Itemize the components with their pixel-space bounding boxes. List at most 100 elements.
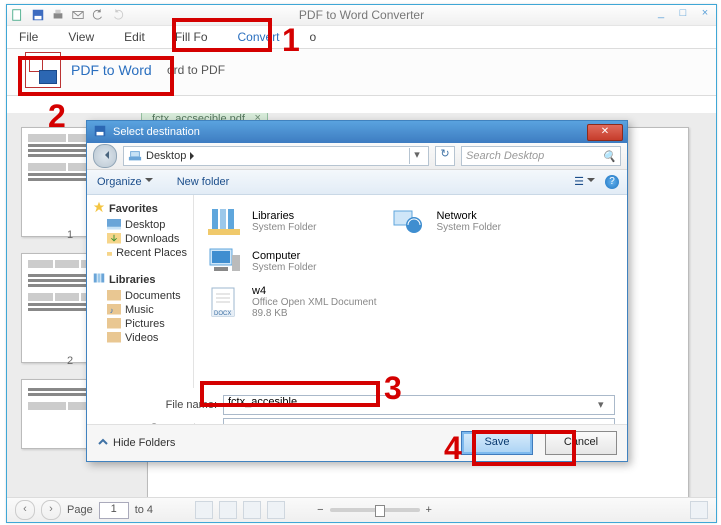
pdf-to-word-icon [25,52,61,88]
page-input[interactable]: 1 [99,502,129,519]
menu-edit[interactable]: Edit [124,30,145,44]
file-item-computer[interactable]: Computer System Folder [204,241,318,281]
status-bar: ‹ › Page 1 to 4 − + [7,497,716,522]
tree-item-downloads[interactable]: Downloads [87,232,193,246]
dialog-title: Select destination [113,126,200,138]
view-mode-3-icon[interactable] [243,501,261,519]
help-icon[interactable]: ? [605,175,619,189]
tree-item-documents[interactable]: Documents [87,289,193,303]
downloads-icon [107,233,121,245]
network-big-icon [390,205,426,237]
recent-icon [107,247,112,259]
videos-icon [107,332,121,344]
save-button[interactable]: Save [461,431,533,455]
quick-print-icon[interactable] [51,8,65,22]
tree-item-desktop[interactable]: Desktop [87,218,193,232]
svg-text:♪: ♪ [110,306,114,315]
redo-icon[interactable] [111,8,125,22]
tree-item-videos[interactable]: Videos [87,331,193,345]
callout-4: 4 [444,430,462,467]
save-dialog: Select destination ✕ Desktop ▾ ↻ Search … [86,120,628,462]
undo-icon[interactable] [91,8,105,22]
page-total: to 4 [135,504,153,516]
zoom-slider[interactable] [330,508,420,512]
cancel-button[interactable]: Cancel [545,431,617,455]
callout-3: 3 [384,370,402,407]
filename-label: File name: [137,399,217,411]
quick-mail-icon[interactable] [71,8,85,22]
computer-big-icon [206,245,242,277]
docx-big-icon: DOCX [206,286,242,318]
tree-item-pictures[interactable]: Pictures [87,317,193,331]
dialog-nav: Desktop ▾ ↻ Search Desktop 🔍 [87,143,627,170]
minimize-button[interactable]: _ [654,7,668,19]
tree-favorites-header[interactable]: Favorites [87,199,193,218]
file-item-libraries[interactable]: Libraries System Folder [204,201,318,241]
svg-text:DOCX: DOCX [214,311,231,317]
view-options-icon[interactable]: ☰ [574,175,595,189]
dialog-tree: Favorites Desktop Downloads Recent Place… [87,195,194,388]
tree-libraries-header[interactable]: Libraries [87,270,193,289]
menu-view[interactable]: View [68,30,94,44]
file-item-w4[interactable]: DOCX w4 Office Open XML Document 89.8 KB [204,281,379,323]
word-to-pdf-label: ord to PDF [167,63,225,77]
search-icon: 🔍 [602,150,616,163]
page-prev-button[interactable]: ‹ [15,500,35,520]
music-icon: ♪ [107,304,121,316]
menu-file[interactable]: File [19,30,38,44]
star-icon [93,201,105,216]
page-label: Page [67,504,93,516]
nav-path-text: Desktop [146,150,186,162]
app-titlebar: PDF to Word Converter _ □ × [7,5,716,26]
tree-item-recent[interactable]: Recent Places [87,246,193,260]
nav-search-input[interactable]: Search Desktop 🔍 [461,146,621,166]
nav-refresh-button[interactable]: ↻ [435,146,455,166]
new-folder-button[interactable]: New folder [177,176,230,188]
pictures-icon [107,318,121,330]
desktop-icon [107,219,121,231]
organize-button[interactable]: Organize [97,176,153,188]
zoom-in-icon[interactable]: + [426,504,432,516]
maximize-button[interactable]: □ [676,7,690,19]
search-placeholder: Search Desktop [466,150,544,162]
path-dropdown-icon[interactable]: ▾ [409,148,424,164]
nav-path[interactable]: Desktop ▾ [123,146,429,166]
dialog-body: Favorites Desktop Downloads Recent Place… [87,195,627,388]
libraries-big-icon [206,205,242,237]
dialog-close-button[interactable]: ✕ [587,124,623,141]
pdf-to-word-label: PDF to Word [71,62,152,78]
view-mode-1-icon[interactable] [195,501,213,519]
dialog-footer: Hide Folders Save Cancel [87,424,627,461]
callout-2: 2 [48,98,66,135]
dialog-icon [93,124,107,141]
zoom-out-icon[interactable]: − [317,504,323,516]
tree-item-music[interactable]: ♪ Music [87,303,193,317]
view-mode-4-icon[interactable] [267,501,285,519]
ribbon: PDF to Word ord to PDF [7,49,716,96]
page-next-button[interactable]: › [41,500,61,520]
menu-bar: File View Edit Fill Fo Convert o [7,26,716,49]
file-item-network[interactable]: Network System Folder [388,201,502,241]
dialog-file-list: Libraries System Folder Network System F… [194,195,627,388]
fullscreen-icon[interactable] [690,501,708,519]
dialog-titlebar: Select destination ✕ [87,121,627,143]
callout-1: 1 [282,22,300,59]
menu-convert[interactable]: Convert [238,30,280,44]
libraries-icon [93,272,105,287]
pdf-to-word-button[interactable]: PDF to Word [25,52,152,88]
menu-fill-forms[interactable]: Fill Fo [175,30,208,44]
filename-value: fctx_accesible [228,396,297,408]
hide-folders-button[interactable]: Hide Folders [97,436,175,451]
quick-new-icon[interactable] [11,8,25,22]
nav-back-button[interactable] [93,144,117,168]
documents-icon [107,290,121,302]
chevron-up-icon [97,436,109,451]
view-mode-2-icon[interactable] [219,501,237,519]
filename-input[interactable]: fctx_accesible ▾ [223,395,615,415]
menu-extra[interactable]: o [310,30,317,44]
close-button[interactable]: × [698,7,712,19]
quick-save-icon[interactable] [31,8,45,22]
breadcrumb-arrow-icon [190,152,198,160]
dialog-toolbar: Organize New folder ☰ ? [87,170,627,195]
filename-dropdown-icon[interactable]: ▾ [598,398,612,412]
